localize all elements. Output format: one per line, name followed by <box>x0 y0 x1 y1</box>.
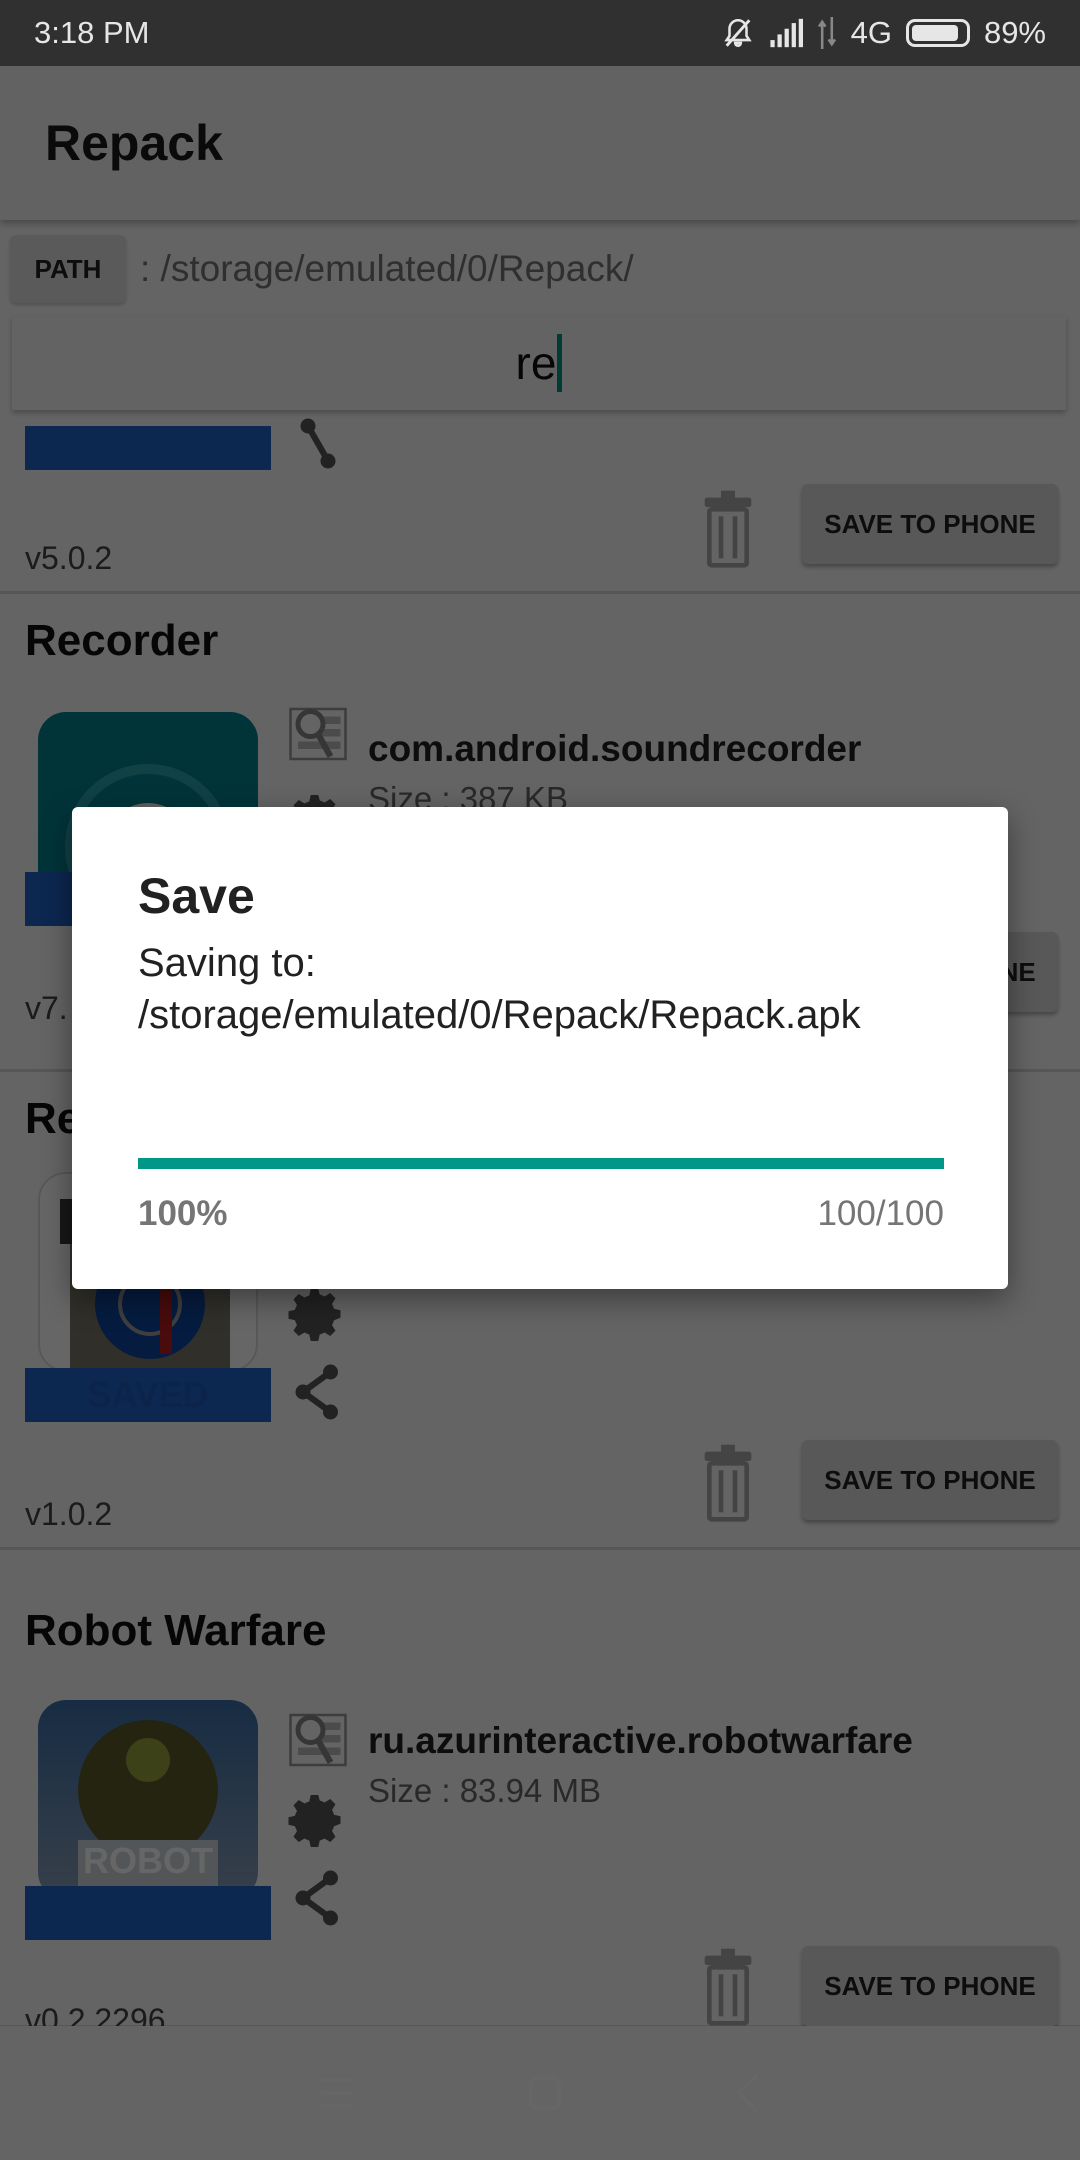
save-progress-dialog: Save Saving to: /storage/emulated/0/Repa… <box>72 807 1008 1289</box>
battery-icon <box>905 19 970 47</box>
status-time: 3:18 PM <box>34 15 150 50</box>
progress-bar <box>138 1158 944 1169</box>
battery-level <box>911 25 959 41</box>
dialog-message: Saving to: /storage/emulated/0/Repack/Re… <box>138 941 861 1037</box>
battery-percent: 89% <box>983 15 1046 50</box>
status-icons: 4G 89% <box>721 15 1046 51</box>
dialog-title: Save <box>138 868 255 924</box>
progress-percent: 100% <box>138 1194 228 1233</box>
network-type: 4G <box>850 15 892 50</box>
status-bar: 3:18 PM 4G 89% <box>0 0 1080 66</box>
data-arrows-icon <box>817 17 836 49</box>
signal-icon <box>770 18 803 48</box>
mute-icon <box>723 18 752 47</box>
progress-fill <box>138 1158 944 1169</box>
progress-count: 100/100 <box>817 1194 944 1233</box>
